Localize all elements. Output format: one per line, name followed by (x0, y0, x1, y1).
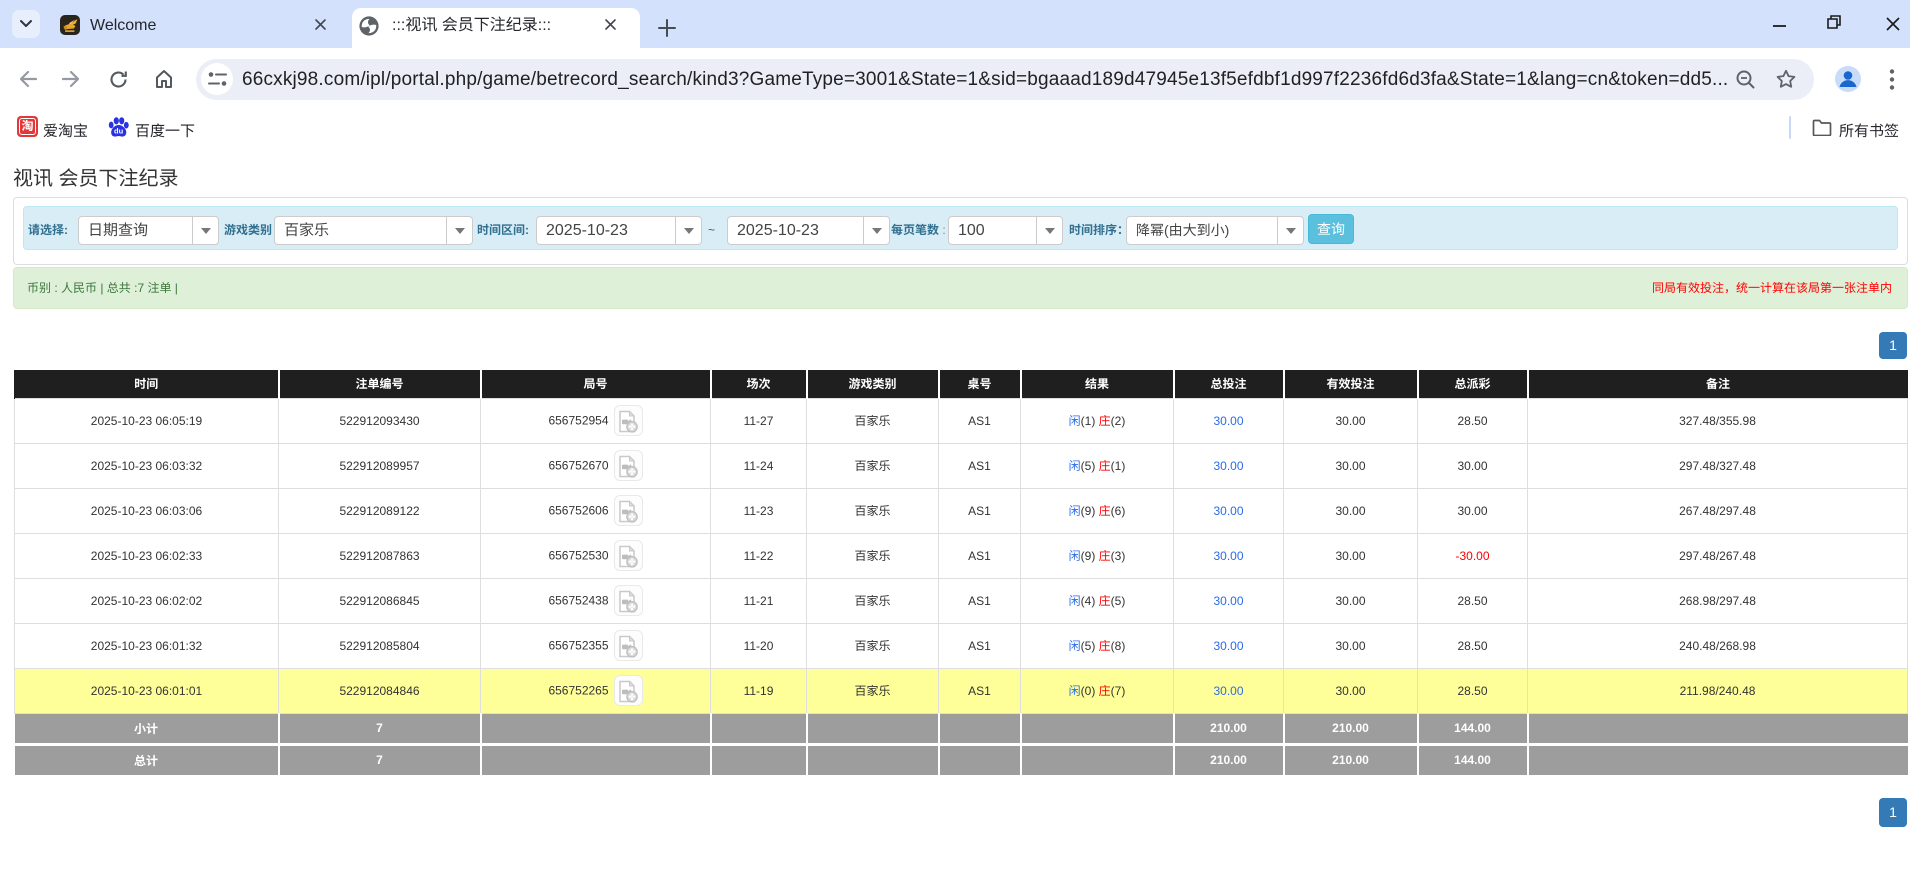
svg-text:du: du (114, 127, 124, 136)
